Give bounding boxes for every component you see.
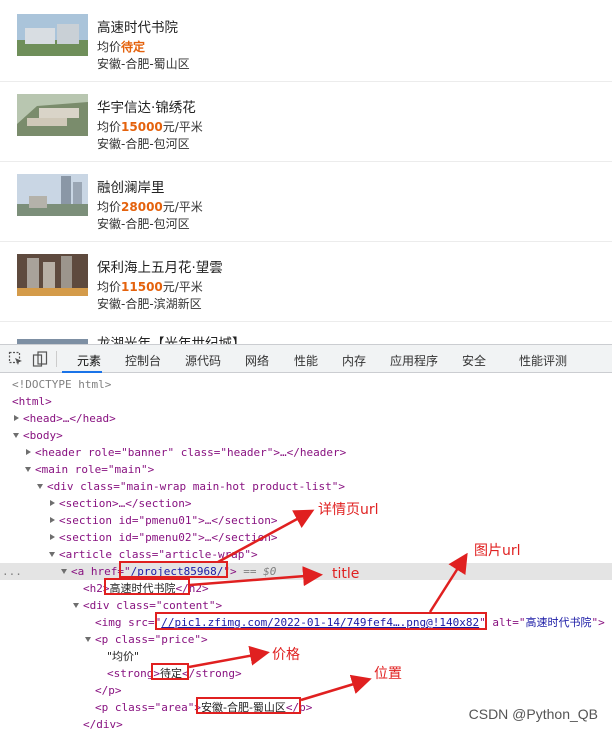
listing-price: 均价28000元/平米 [97, 200, 203, 214]
annotation-location: 位置 [374, 666, 402, 682]
dom-node[interactable]: <section>…</section> [0, 495, 612, 512]
devtools-panel: 元素 控制台 源代码 网络 性能 内存 应用程序 安全 性能评测 <!DOCTY… [0, 344, 612, 732]
listing-price: 均价待定 [97, 40, 146, 54]
tab-console[interactable]: 控制台 [125, 352, 161, 369]
tab-performance[interactable]: 性能 [294, 352, 318, 369]
dom-node[interactable]: </p> [0, 682, 612, 699]
highlight-title-box [104, 578, 190, 595]
tab-memory[interactable]: 内存 [342, 352, 366, 369]
device-toolbar-icon[interactable] [32, 351, 48, 367]
dom-node-selected[interactable]: ... <a href="/project85968/"> == $0 [0, 563, 612, 580]
watermark: CSDN @Python_QB [468, 706, 598, 722]
listing-thumbnail [17, 174, 88, 216]
collapse-arrow-icon[interactable] [37, 484, 43, 489]
collapse-arrow-icon[interactable] [61, 569, 67, 574]
listing-item[interactable]: 融创澜岸里 均价28000元/平米 安徽-合肥-包河区 [0, 162, 612, 242]
collapse-arrow-icon[interactable] [25, 467, 31, 472]
annotation-detail-url: 详情页url [318, 502, 379, 518]
dom-node[interactable]: <section id="pmenu01">…</section> [0, 512, 612, 529]
tab-sources[interactable]: 源代码 [185, 352, 221, 369]
listing-thumbnail [17, 254, 88, 296]
expand-arrow-icon[interactable] [50, 534, 55, 540]
listing-title[interactable]: 保利海上五月花·望雲 [97, 256, 223, 276]
dom-node[interactable]: <div class="main-wrap main-hot product-l… [0, 478, 612, 495]
listing-title[interactable]: 高速时代书院 [97, 16, 178, 36]
annotation-title: title [332, 566, 360, 582]
dom-node[interactable]: <head>…</head> [0, 410, 612, 427]
dom-node[interactable]: <main role="main"> [0, 461, 612, 478]
tab-elements[interactable]: 元素 [77, 352, 101, 369]
expand-arrow-icon[interactable] [50, 517, 55, 523]
listing-title[interactable]: 华宇信达·锦绣花 [97, 96, 196, 116]
listing-price: 均价11500元/平米 [97, 280, 203, 294]
highlight-imgsrc-box [155, 612, 487, 630]
listing-area: 安徽-合肥-蜀山区 [97, 57, 190, 71]
collapse-arrow-icon[interactable] [13, 433, 19, 438]
listing-area: 安徽-合肥-包河区 [97, 217, 190, 231]
listing-title[interactable]: 融创澜岸里 [97, 176, 165, 196]
tab-network[interactable]: 网络 [245, 352, 269, 369]
dom-node[interactable]: <header role="banner" class="header">…</… [0, 444, 612, 461]
highlight-area-box [196, 697, 301, 714]
dom-node[interactable]: <strong>待定</strong> [0, 665, 612, 682]
listing-thumbnail [17, 334, 88, 344]
tab-lighthouse[interactable]: 性能评测 [519, 352, 567, 369]
devtools-tab-bar: 元素 控制台 源代码 网络 性能 内存 应用程序 安全 性能评测 [0, 345, 612, 373]
collapse-arrow-icon[interactable] [85, 637, 91, 642]
collapse-arrow-icon[interactable] [73, 603, 79, 608]
listing-item[interactable]: 华宇信达·锦绣花 均价15000元/平米 安徽-合肥-包河区 [0, 82, 612, 162]
dom-node[interactable]: <!DOCTYPE html> [0, 376, 612, 393]
expand-arrow-icon[interactable] [50, 500, 55, 506]
collapse-arrow-icon[interactable] [49, 552, 55, 557]
listing-thumbnail [17, 14, 88, 56]
annotation-image-url: 图片url [474, 543, 521, 559]
dom-node[interactable]: <h2>高速时代书院</h2> [0, 580, 612, 597]
tab-security[interactable]: 安全 [462, 352, 486, 369]
dom-node[interactable]: "均价" [0, 648, 612, 665]
listing-item[interactable]: 保利海上五月花·望雲 均价11500元/平米 安徽-合肥-滨湖新区 [0, 242, 612, 322]
listing-area: 安徽-合肥-滨湖新区 [97, 297, 202, 311]
dom-node[interactable]: <body> [0, 427, 612, 444]
expand-arrow-icon[interactable] [26, 449, 31, 455]
listing-area: 安徽-合肥-包河区 [97, 137, 190, 151]
highlight-href-box [119, 561, 228, 578]
tab-application[interactable]: 应用程序 [390, 352, 438, 369]
listing-price: 均价15000元/平米 [97, 120, 203, 134]
highlight-price-box [151, 663, 189, 680]
dom-node[interactable]: <html> [0, 393, 612, 410]
active-tab-indicator [62, 371, 102, 373]
expand-arrow-icon[interactable] [14, 415, 19, 421]
annotation-price: 价格 [272, 647, 300, 663]
inspect-element-icon[interactable] [8, 351, 24, 367]
listing-thumbnail [17, 94, 88, 136]
listing-item[interactable]: 高速时代书院 均价待定 安徽-合肥-蜀山区 [0, 2, 612, 82]
dom-node[interactable]: <p class="price"> [0, 631, 612, 648]
